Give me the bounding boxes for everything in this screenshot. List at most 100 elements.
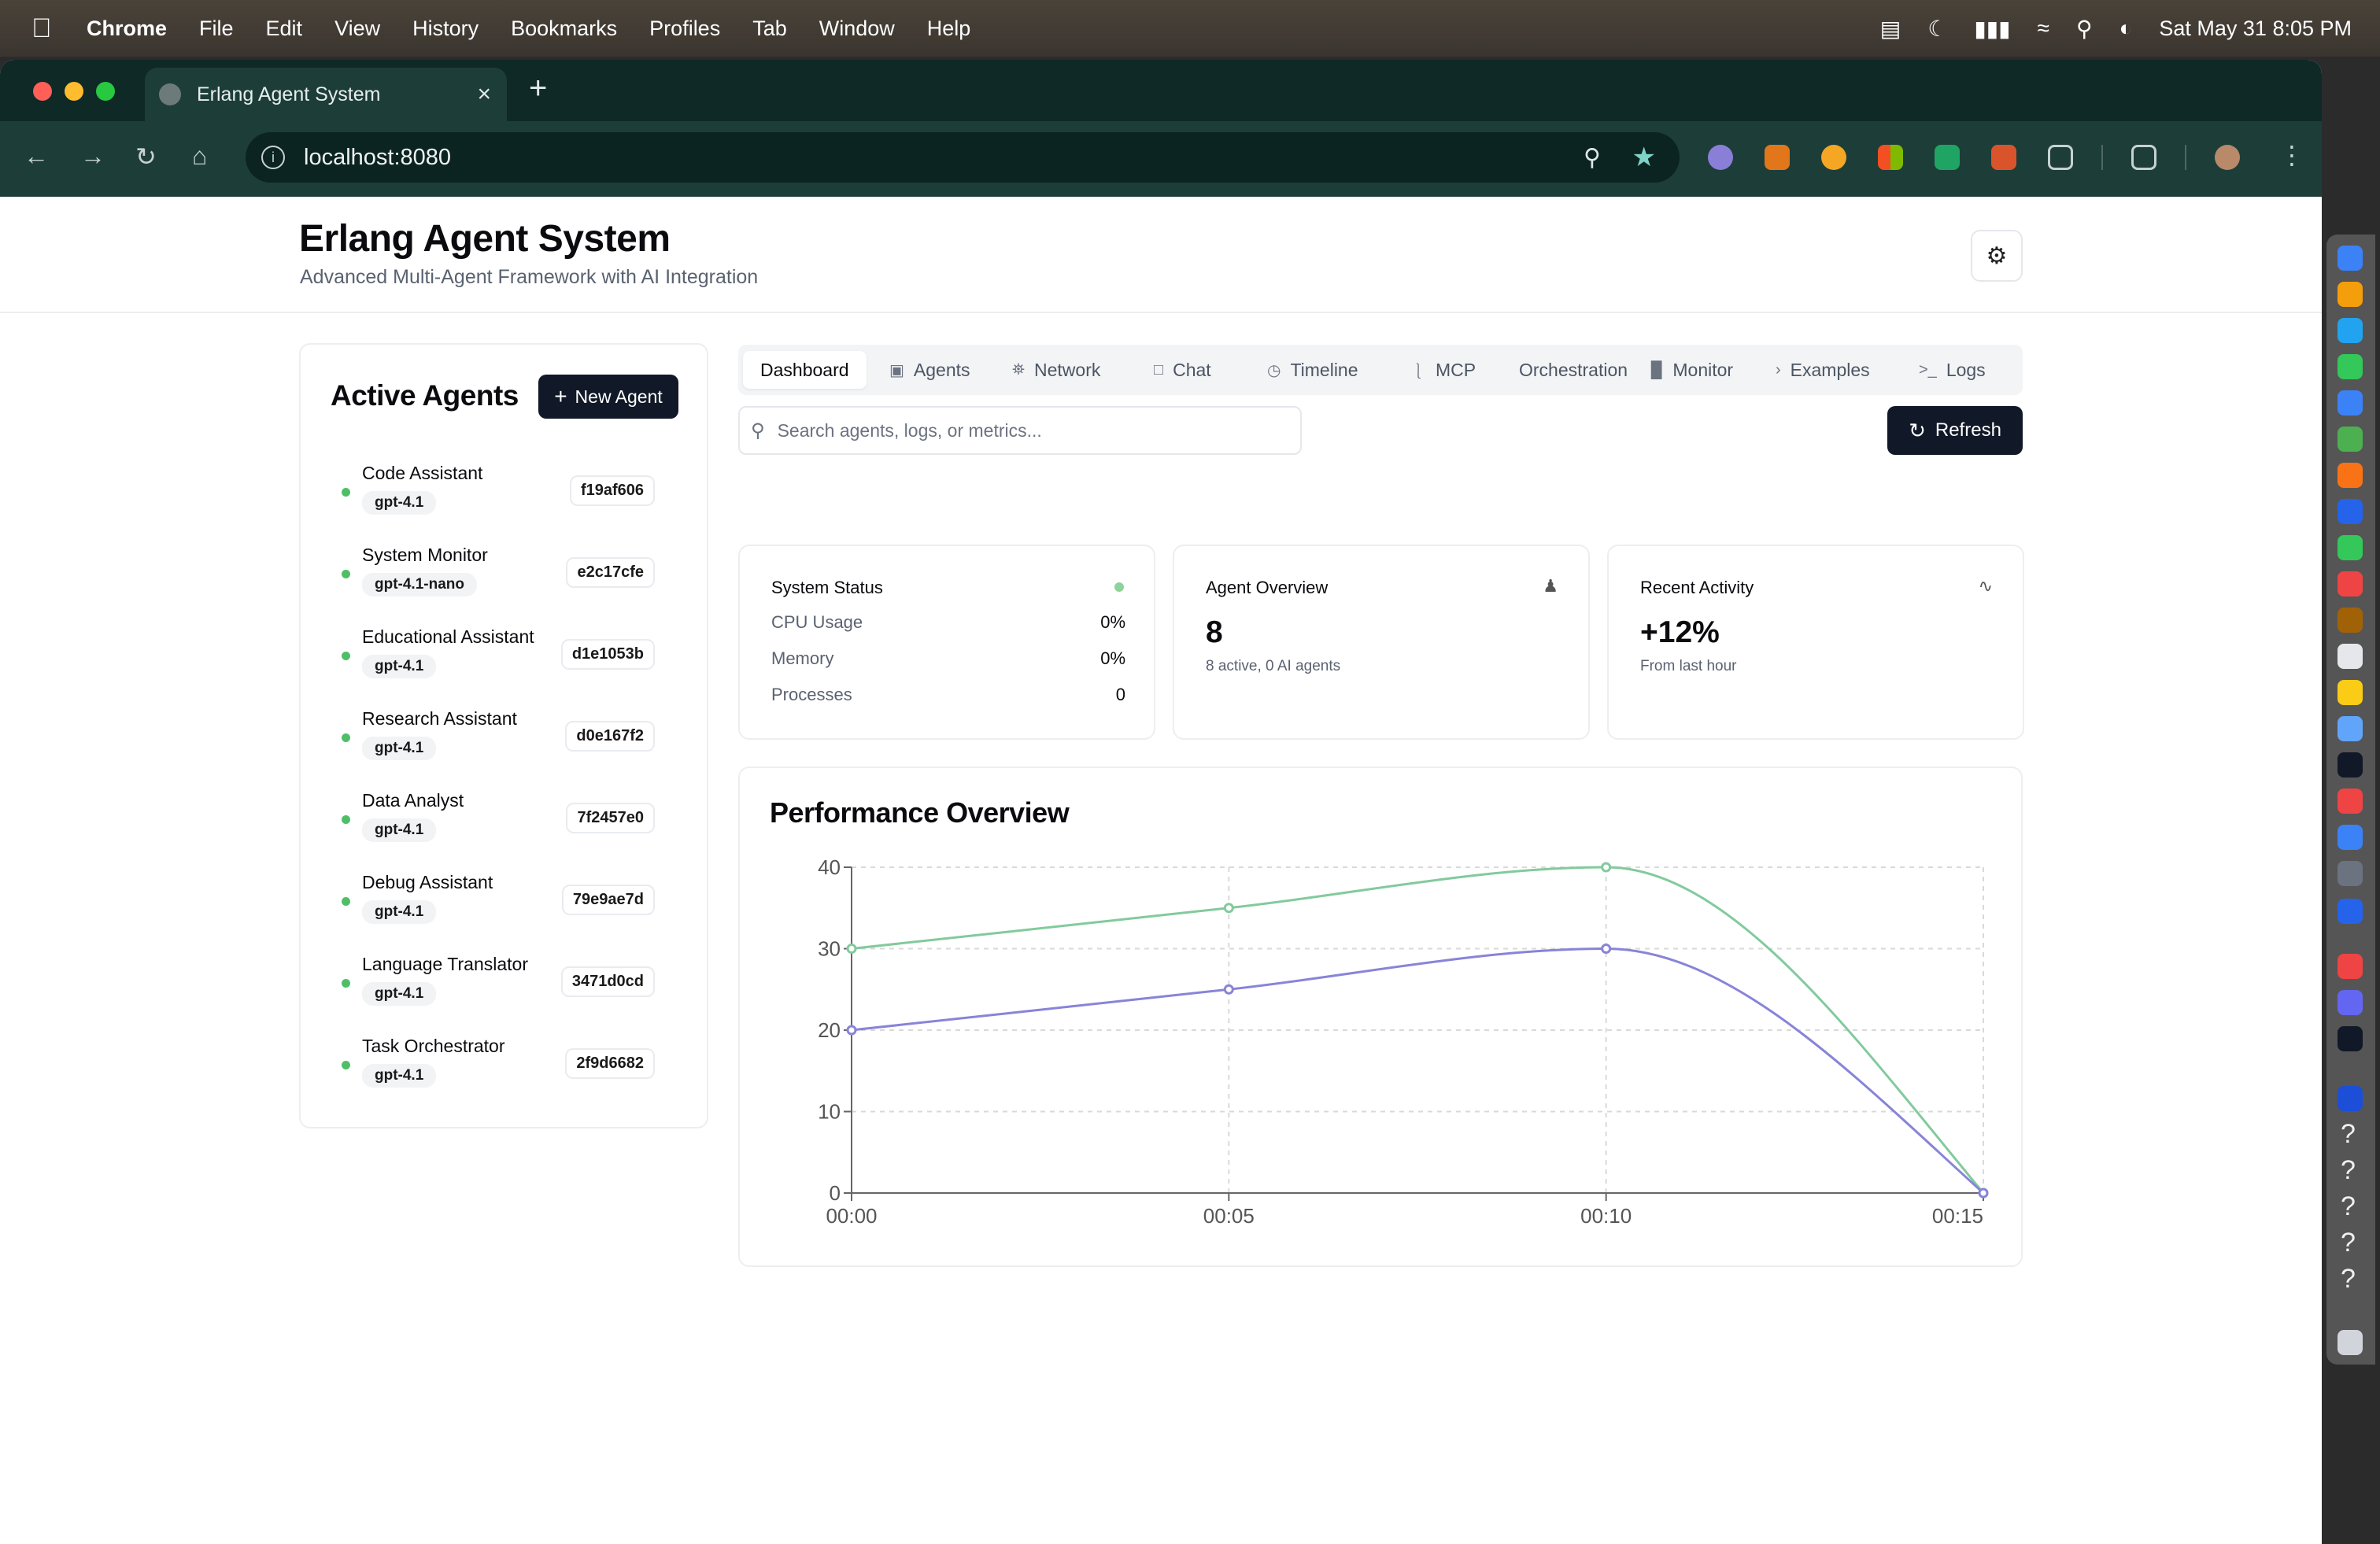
menu-profiles[interactable]: Profiles (649, 17, 720, 41)
zoom-icon[interactable]: ⚲ (1584, 144, 1601, 172)
forward-arrow-icon[interactable]: → (80, 142, 105, 171)
control-center-icon[interactable]: ◐ (2119, 16, 2132, 41)
site-info-icon[interactable]: i (261, 146, 285, 169)
dock-app-icon[interactable] (2338, 899, 2363, 924)
agent-row[interactable]: Debug Assistant gpt-4.1 79e9ae7d (324, 872, 686, 935)
extension-ghost-icon[interactable] (1708, 145, 1733, 170)
kebab-menu-icon[interactable]: ⋮ (2279, 140, 2304, 170)
battery-icon[interactable]: ▮▮▮ (1974, 16, 2010, 42)
agent-row[interactable]: Data Analyst gpt-4.1 7f2457e0 (324, 790, 686, 853)
dock-unknown-app-icon[interactable]: ? (2341, 1191, 2356, 1222)
menu-view[interactable]: View (334, 17, 380, 41)
tab-orchestration[interactable]: Orchestration (1519, 351, 1628, 389)
spotlight-search-icon[interactable]: ⚲ (2076, 16, 2093, 42)
tab-label: Chat (1173, 359, 1211, 380)
home-icon[interactable]: ⌂ (192, 142, 207, 171)
new-tab-icon[interactable]: + (529, 71, 547, 106)
menu-window[interactable]: Window (819, 17, 895, 41)
dock-app-icon[interactable] (2338, 608, 2363, 633)
y-tick-label: 40 (818, 855, 841, 879)
close-window-button[interactable] (33, 82, 52, 101)
extension-microsoft-icon[interactable] (1878, 145, 1903, 170)
agent-row[interactable]: Code Assistant gpt-4.1 f19af606 (324, 463, 686, 526)
plus-icon: + (554, 384, 567, 408)
trash-icon[interactable] (2338, 1330, 2363, 1355)
profile-avatar[interactable] (2215, 145, 2240, 170)
dock-unknown-app-icon[interactable]: ? (2341, 1228, 2356, 1258)
dock-app-icon[interactable] (2338, 644, 2363, 669)
reload-icon[interactable]: ↻ (135, 142, 157, 172)
menu-history[interactable]: History (412, 17, 479, 41)
wifi-icon[interactable]: ≈ (2038, 16, 2049, 41)
dock-app-icon[interactable] (2338, 716, 2363, 741)
apple-logo-icon[interactable]:  (31, 13, 63, 44)
menu-file[interactable]: File (199, 17, 234, 41)
close-tab-icon[interactable]: × (477, 81, 491, 108)
dock-app-icon[interactable] (2338, 318, 2363, 343)
tab-examples[interactable]: › Examples (1776, 351, 1870, 389)
menu-edit[interactable]: Edit (266, 17, 303, 41)
bookmark-star-icon[interactable]: ★ (1632, 142, 1656, 173)
menu-app-name[interactable]: Chrome (87, 17, 167, 41)
tab-dashboard[interactable]: Dashboard (743, 351, 867, 389)
dock-app-icon[interactable] (2338, 789, 2363, 814)
new-agent-button[interactable]: + New Agent (538, 375, 678, 419)
dock-app-icon[interactable] (2338, 571, 2363, 597)
menu-bookmarks[interactable]: Bookmarks (511, 17, 617, 41)
refresh-button[interactable]: ↻ Refresh (1887, 406, 2023, 455)
address-bar[interactable]: i localhost:8080 ⚲ ★ (246, 132, 1680, 183)
extension-metamask-icon[interactable] (1765, 145, 1790, 170)
tab-chat[interactable]: □ Chat (1154, 351, 1211, 389)
dock-unknown-app-icon[interactable]: ? (2341, 1264, 2356, 1295)
search-box[interactable]: ⚲ (738, 406, 1302, 455)
extensions-puzzle-icon[interactable] (2048, 145, 2073, 170)
display-icon[interactable]: ▤ (1880, 16, 1901, 42)
extension-orange-icon[interactable] (1821, 145, 1846, 170)
dock-app-icon[interactable] (2338, 861, 2363, 886)
dock-app-icon[interactable] (2338, 282, 2363, 307)
menu-tab[interactable]: Tab (752, 17, 787, 41)
agent-row[interactable]: System Monitor gpt-4.1-nano e2c17cfe (324, 545, 686, 608)
dock-app-icon[interactable] (2338, 246, 2363, 271)
dock-app-icon[interactable] (2338, 954, 2363, 979)
moon-icon[interactable]: ☾ (1927, 16, 1947, 42)
tab-logs[interactable]: >_ Logs (1919, 351, 1986, 389)
clock-icon: ◷ (1267, 361, 1281, 379)
tab-network[interactable]: ⛯ Network (1012, 351, 1100, 389)
dock-app-icon[interactable] (2338, 1026, 2363, 1051)
url-text[interactable]: localhost:8080 (304, 145, 451, 171)
dock-app-icon[interactable] (2338, 535, 2363, 560)
dock-unknown-app-icon[interactable]: ? (2341, 1155, 2356, 1186)
browser-tab-active[interactable]: Erlang Agent System × (145, 68, 507, 121)
settings-button[interactable]: ⚙ (1971, 230, 2023, 282)
back-arrow-icon[interactable]: ← (24, 142, 49, 171)
dock-app-icon[interactable] (2338, 680, 2363, 705)
extension-lightning-icon[interactable] (1991, 145, 2016, 170)
tab-search-icon[interactable] (2131, 145, 2156, 170)
menu-help[interactable]: Help (927, 17, 971, 41)
dock-app-icon[interactable] (2338, 354, 2363, 379)
tab-mcp[interactable]: ⎱ MCP (1410, 351, 1476, 389)
extension-chat-icon[interactable] (1935, 145, 1960, 170)
dock-app-icon[interactable] (2338, 1086, 2363, 1111)
tab-agents[interactable]: ▣ Agents (889, 351, 970, 389)
menubar-clock[interactable]: Sat May 31 8:05 PM (2159, 17, 2352, 41)
dock-app-icon[interactable] (2338, 990, 2363, 1015)
agent-row[interactable]: Task Orchestrator gpt-4.1 2f9d6682 (324, 1036, 686, 1099)
series-point-2 (1978, 1188, 1989, 1199)
dock-app-icon[interactable] (2338, 825, 2363, 850)
agent-row[interactable]: Language Translator gpt-4.1 3471d0cd (324, 954, 686, 1017)
dock-app-icon[interactable] (2338, 390, 2363, 416)
dock-app-icon[interactable] (2338, 752, 2363, 778)
zoom-window-button[interactable] (96, 82, 115, 101)
agent-row[interactable]: Research Assistant gpt-4.1 d0e167f2 (324, 708, 686, 771)
minimize-window-button[interactable] (65, 82, 83, 101)
dock-unknown-app-icon[interactable]: ? (2341, 1119, 2356, 1150)
dock-app-icon[interactable] (2338, 427, 2363, 452)
tab-monitor[interactable]: ▉ Monitor (1651, 351, 1733, 389)
search-input[interactable] (777, 419, 1250, 441)
dock-app-icon[interactable] (2338, 499, 2363, 524)
agent-row[interactable]: Educational Assistant gpt-4.1 d1e1053b (324, 626, 686, 689)
tab-timeline[interactable]: ◷ Timeline (1267, 351, 1358, 389)
dock-app-icon[interactable] (2338, 463, 2363, 488)
